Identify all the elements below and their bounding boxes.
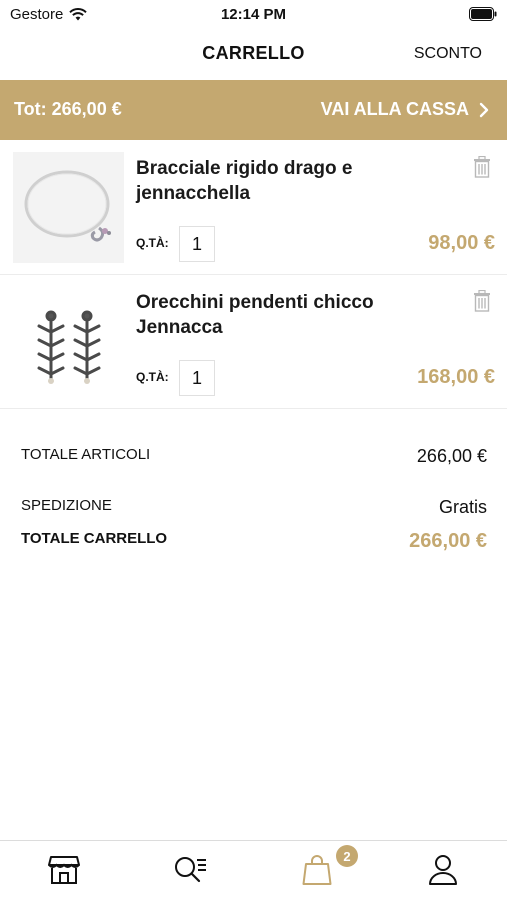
checkout-total: Tot: 266,00 € (14, 99, 122, 119)
tab-bar: 2 (0, 840, 507, 900)
cart-total-label: TOTALE CARRELLO (21, 530, 168, 547)
bracelet-image[interactable] (13, 152, 124, 263)
tab-cart[interactable] (297, 853, 337, 887)
checkout-button-label: VAI ALLA CASSA (320, 99, 469, 119)
earrings-drawing (37, 310, 101, 384)
summary-row-shipping: SPEDIZIONE Gratis (21, 497, 487, 521)
checkout-bar: Tot: 266,00 € VAI ALLA CASSA (0, 80, 507, 140)
cart-item: Orecchini pendenti chicco Jennacca Q.TÀ:… (0, 274, 507, 409)
status-time: 12:14 PM (220, 6, 287, 23)
summary-row-articles: TOTALE ARTICOLI 266,00 € (21, 446, 487, 470)
item-name[interactable]: Orecchini pendenti chicco Jennacca (136, 290, 416, 340)
articles-label: TOTALE ARTICOLI (21, 446, 151, 463)
earrings-image[interactable] (13, 286, 124, 397)
discount-button[interactable]: SCONTO (414, 45, 482, 63)
search-list-icon (175, 857, 206, 883)
checkout-button[interactable]: VAI ALLA CASSA (321, 99, 489, 120)
item-price: 168,00 € (417, 366, 495, 388)
chevron-right-icon (479, 102, 489, 117)
navigation-bar: CARRELLO SCONTO (0, 28, 507, 80)
quantity-label: Q.TÀ: (136, 370, 169, 384)
quantity-field[interactable]: 1 (179, 226, 215, 262)
item-name[interactable]: Bracciale rigido drago e jennacchella (136, 156, 416, 206)
trash-icon[interactable] (473, 290, 491, 312)
trash-icon[interactable] (473, 156, 491, 178)
shipping-value: Gratis (438, 497, 487, 517)
quantity-label: Q.TÀ: (136, 236, 169, 250)
battery-icon (469, 7, 497, 21)
user-icon (429, 855, 457, 885)
cart-item: Bracciale rigido drago e jennacchella Q.… (0, 140, 507, 275)
bracelet-drawing (24, 170, 111, 242)
item-price: 98,00 € (428, 232, 495, 254)
articles-value: 266,00 € (416, 446, 487, 466)
summary-row-total: TOTALE CARRELLO 266,00 € (21, 530, 487, 554)
cart-total-value: 266,00 € (409, 530, 487, 552)
tab-search[interactable] (170, 853, 210, 887)
store-icon (48, 856, 80, 884)
status-bar: Gestore 12:14 PM (0, 0, 507, 28)
shipping-label: SPEDIZIONE (21, 497, 112, 514)
quantity-field[interactable]: 1 (179, 360, 215, 396)
tab-account[interactable] (423, 853, 463, 887)
shopping-bag-icon (302, 855, 332, 885)
cart-badge: 2 (336, 845, 358, 867)
tab-store[interactable] (44, 853, 84, 887)
